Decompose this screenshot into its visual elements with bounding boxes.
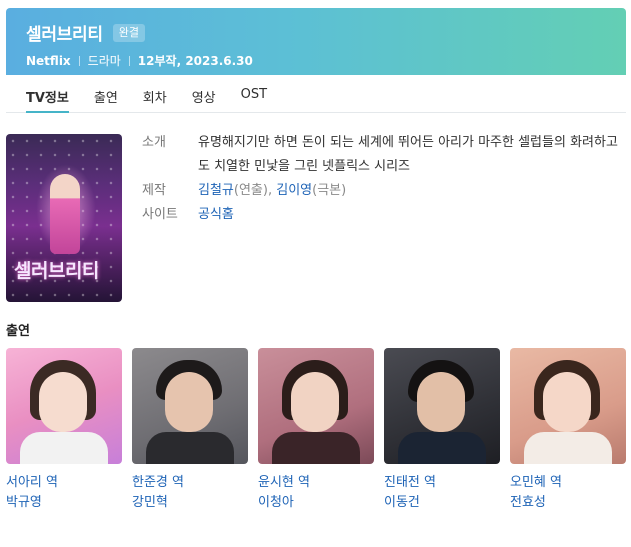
- official-site-link[interactable]: 공식홈: [198, 203, 622, 227]
- info-panel: 소개 유명해지기만 하면 돈이 되는 세계에 뛰어든 아리가 마주한 셀럽들의 …: [142, 131, 622, 227]
- site-row: 사이트 공식홈: [142, 203, 622, 227]
- header-banner: 셀러브리티 완결 Netflix 드라마 12부작, 2023.6.30: [6, 8, 626, 75]
- tab-tv-info[interactable]: TV정보: [26, 75, 69, 113]
- site-label: 사이트: [142, 207, 178, 222]
- actor-name[interactable]: 박규영: [6, 493, 122, 513]
- face-shape: [543, 372, 591, 432]
- divider: [78, 55, 80, 66]
- director-link[interactable]: 김철규: [198, 183, 234, 198]
- cast-list: 서아리 역 박규영 한준경 역 강민혁 윤시현 역 이청아 진태전 역 이동건: [6, 348, 628, 513]
- writer-link[interactable]: 김이영: [276, 183, 312, 198]
- cast-item[interactable]: 한준경 역 강민혁: [132, 348, 248, 513]
- face-shape: [417, 372, 465, 432]
- synopsis-text: 유명해지기만 하면 돈이 되는 세계에 뛰어든 아리가 마주한 셀럽들의 화려하…: [198, 135, 618, 174]
- face-shape: [291, 372, 339, 432]
- actor-name[interactable]: 이동건: [384, 493, 500, 513]
- body-shape: [272, 432, 360, 464]
- synopsis-row: 소개 유명해지기만 하면 돈이 되는 세계에 뛰어든 아리가 마주한 셀럽들의 …: [142, 131, 622, 179]
- character-name[interactable]: 한준경 역: [132, 473, 248, 493]
- actor-name[interactable]: 강민혁: [132, 493, 248, 513]
- body-shape: [146, 432, 234, 464]
- character-name[interactable]: 오민혜 역: [510, 473, 626, 493]
- status-badge: 완결: [112, 23, 145, 42]
- character-name[interactable]: 진태전 역: [384, 473, 500, 493]
- body-shape: [524, 432, 612, 464]
- production-label: 제작: [142, 183, 166, 198]
- tab-ost[interactable]: OST: [241, 75, 267, 112]
- director-role: (연출),: [233, 183, 277, 198]
- character-name[interactable]: 윤시현 역: [258, 473, 374, 493]
- cast-item[interactable]: 서아리 역 박규영: [6, 348, 122, 513]
- cast-heading: 출연: [6, 324, 30, 339]
- actor-name[interactable]: 전효성: [510, 493, 626, 513]
- meta-row: Netflix 드라마 12부작, 2023.6.30: [26, 52, 626, 69]
- cast-item[interactable]: 윤시현 역 이청아: [258, 348, 374, 513]
- poster-figure: [50, 174, 80, 254]
- cast-photo[interactable]: [258, 348, 374, 464]
- tab-episodes[interactable]: 회차: [143, 75, 167, 112]
- poster-image[interactable]: 셀러브리티: [6, 134, 122, 302]
- divider: [128, 55, 130, 66]
- cast-photo[interactable]: [510, 348, 626, 464]
- writer-role: (극본): [312, 183, 347, 198]
- cast-item[interactable]: 진태전 역 이동건: [384, 348, 500, 513]
- face-shape: [39, 372, 87, 432]
- title-row: 셀러브리티 완결: [26, 20, 626, 45]
- cast-photo[interactable]: [6, 348, 122, 464]
- cast-photo[interactable]: [132, 348, 248, 464]
- actor-name[interactable]: 이청아: [258, 493, 374, 513]
- episodes-date-label: 12부작, 2023.6.30: [137, 54, 253, 68]
- production-value: 김철규(연출), 김이영(극본): [198, 179, 622, 203]
- cast-photo[interactable]: [384, 348, 500, 464]
- body-shape: [20, 432, 108, 464]
- body-shape: [398, 432, 486, 464]
- character-name[interactable]: 서아리 역: [6, 473, 122, 493]
- poster-title: 셀러브리티: [14, 260, 99, 282]
- platform-label: Netflix: [26, 53, 71, 68]
- genre-label: 드라마: [87, 54, 121, 68]
- cast-item[interactable]: 오민혜 역 전효성: [510, 348, 626, 513]
- tab-bar: TV정보 출연 회차 영상 OST: [6, 75, 626, 113]
- face-shape: [165, 372, 213, 432]
- synopsis-label: 소개: [142, 135, 166, 150]
- production-row: 제작 김철규(연출), 김이영(극본): [142, 179, 622, 203]
- tab-cast[interactable]: 출연: [94, 75, 118, 112]
- tab-video[interactable]: 영상: [192, 75, 216, 112]
- drama-title[interactable]: 셀러브리티: [26, 20, 103, 45]
